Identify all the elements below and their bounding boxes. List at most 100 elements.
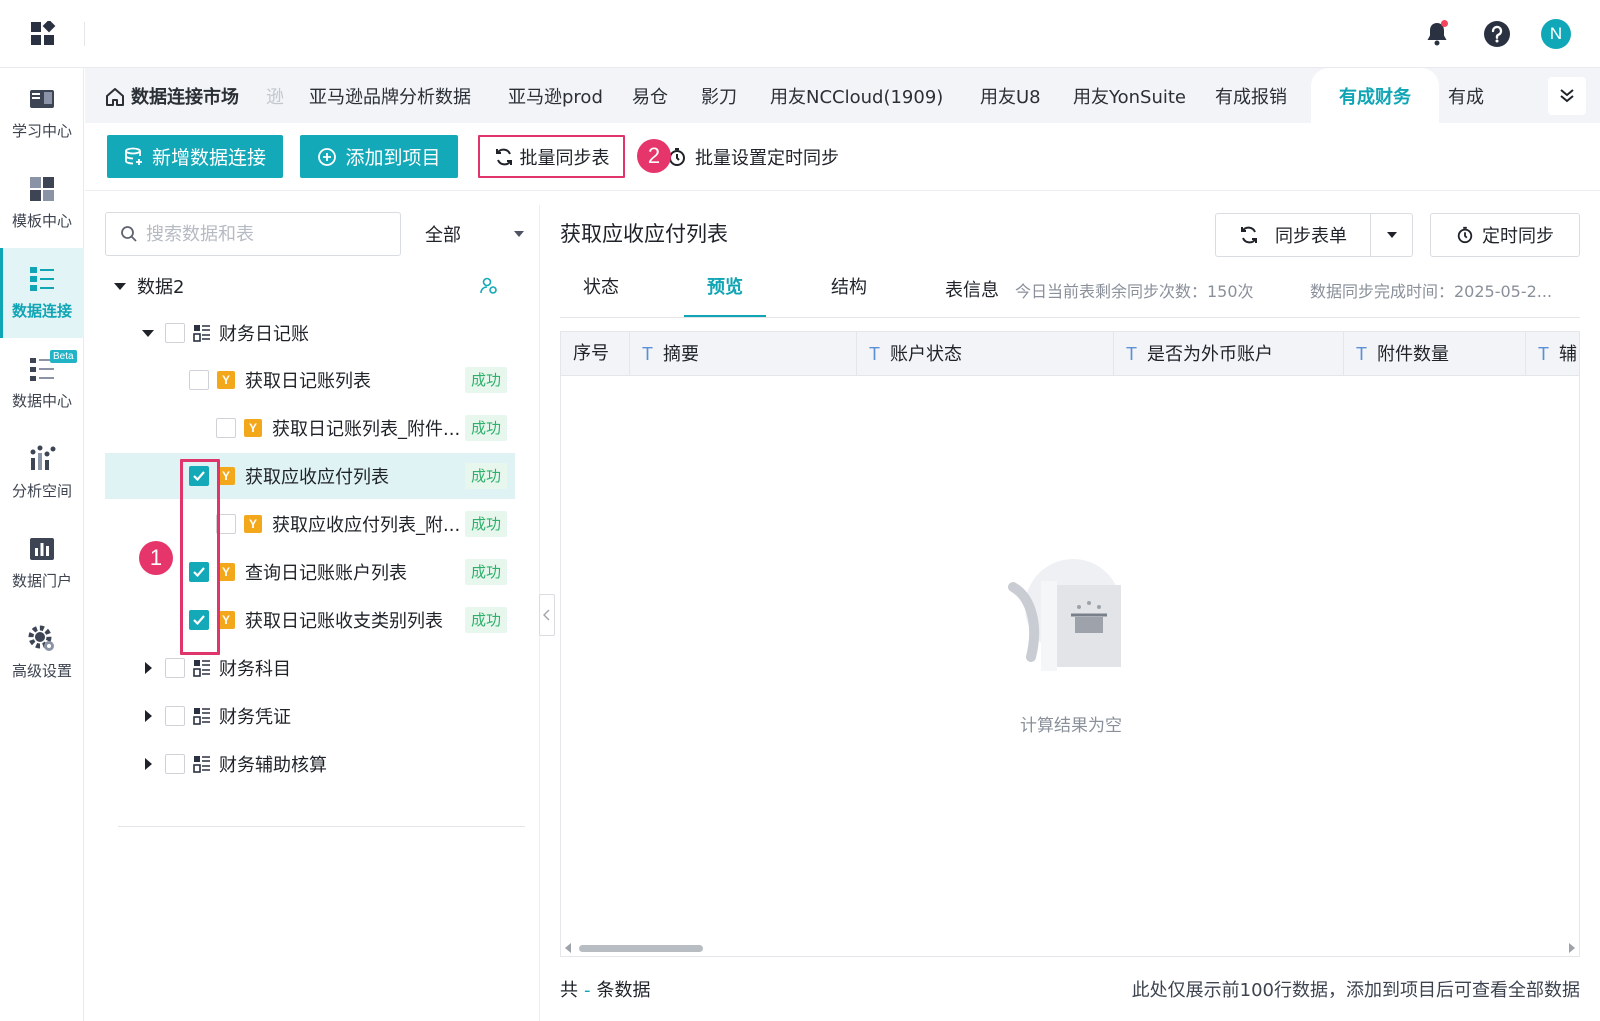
caret-right-icon[interactable]	[141, 757, 155, 771]
tree-folder[interactable]: 财务辅助核算	[105, 741, 515, 787]
tab-table-info[interactable]: 表信息	[945, 276, 999, 302]
tree-table-node[interactable]: Y 获取应收应付列表_附... 成功	[105, 501, 515, 547]
column-header[interactable]: T辅	[1526, 332, 1579, 376]
checkbox[interactable]	[165, 658, 185, 678]
schedule-sync-button[interactable]: 定时同步	[1430, 213, 1580, 257]
filter-value: 全部	[425, 225, 461, 246]
tab-home[interactable]: 数据连接市场	[105, 68, 239, 123]
column-header[interactable]: T 摘要	[630, 332, 857, 376]
search-input[interactable]	[146, 223, 386, 245]
sync-icon	[495, 148, 512, 165]
collapse-panel-button[interactable]	[539, 594, 555, 636]
bell-icon[interactable]	[1421, 18, 1453, 50]
help-icon[interactable]	[1481, 18, 1513, 50]
tab-status[interactable]: 状态	[570, 270, 632, 318]
data-connection-icon	[30, 267, 54, 291]
filter-select[interactable]: 全部	[415, 212, 525, 256]
column-header-index[interactable]: 序号	[561, 332, 630, 376]
tab-item[interactable]: 用友YonSuite	[1073, 68, 1186, 123]
beta-badge: Beta	[50, 350, 77, 363]
column-header-label: 辅	[1559, 344, 1577, 365]
tab-item[interactable]: 亚马逊品牌分析数据	[309, 68, 471, 123]
tab-item[interactable]: 影刀	[701, 68, 737, 123]
caret-right-icon[interactable]	[141, 661, 155, 675]
tree-table-node[interactable]: Y 获取日记账收支类别列表 成功	[105, 597, 515, 643]
tabs-more-button[interactable]	[1548, 77, 1586, 115]
caret-down-icon[interactable]	[141, 326, 155, 340]
table-group-icon	[193, 325, 210, 342]
checkbox[interactable]	[216, 418, 236, 438]
app-grid-icon[interactable]	[30, 21, 56, 47]
tree-folder[interactable]: 财务科目	[105, 645, 515, 691]
new-connection-button[interactable]: 新增数据连接	[107, 135, 283, 178]
annotation-marker-1: 1	[139, 541, 173, 575]
top-bar: N	[0, 0, 1600, 68]
checkbox-highlight-box	[180, 459, 220, 655]
tab-item[interactable]: 用友NCCloud(1909)	[770, 68, 943, 123]
caret-right-icon[interactable]	[141, 709, 155, 723]
tab-item[interactable]: 逊	[266, 68, 284, 123]
tree-node-label: 查询日记账账户列表	[245, 563, 407, 584]
column-header[interactable]: T 是否为外币账户	[1114, 332, 1344, 376]
tab-item[interactable]: 有成报销	[1215, 68, 1287, 123]
tab-active[interactable]: 有成财务	[1311, 68, 1439, 123]
tree-table-node[interactable]: Y 获取日记账列表 成功	[105, 357, 515, 403]
tab-item[interactable]: 亚马逊prod	[508, 68, 603, 123]
text-type-icon: T	[1356, 344, 1367, 364]
checkbox[interactable]	[165, 323, 185, 343]
tree-node-label: 财务日记账	[219, 324, 309, 345]
batch-schedule-button[interactable]: 批量设置定时同步	[667, 135, 839, 178]
status-badge: 成功	[464, 511, 507, 537]
nav-item-data-portal[interactable]: 数据门户	[0, 518, 84, 608]
tree-root[interactable]: 数据2	[105, 263, 515, 309]
avatar[interactable]: N	[1541, 19, 1571, 49]
row-count-value: -	[584, 980, 591, 1001]
nav-item-study-center[interactable]: 学习中心	[0, 68, 84, 158]
scrollbar-thumb[interactable]	[579, 945, 703, 952]
row-count-prefix: 共	[560, 980, 578, 1001]
connection-tabs-bar: 数据连接市场 逊 亚马逊品牌分析数据 亚马逊prod 易仓 影刀 用友NCClo…	[85, 68, 1600, 123]
tab-item[interactable]: 有成	[1448, 68, 1484, 123]
tree-folder[interactable]: 财务日记账	[105, 310, 515, 356]
tree-table-node[interactable]: Y 获取日记账列表_附件... 成功	[105, 405, 515, 451]
nav-item-template-center[interactable]: 模板中心	[0, 158, 84, 248]
tree-node-label: 获取日记账列表	[245, 371, 371, 392]
sync-dropdown-toggle[interactable]	[1371, 214, 1412, 256]
column-header-label: 账户状态	[890, 344, 962, 365]
remaining-sync-count: 今日当前表剩余同步次数：150次	[1015, 282, 1254, 301]
sync-button-group: 同步表单	[1215, 213, 1413, 257]
tree-node-label: 获取应收应付列表_附...	[272, 515, 461, 536]
nav-label: 学习中心	[11, 122, 72, 140]
scroll-right-arrow-icon[interactable]	[1569, 943, 1575, 953]
user-settings-icon[interactable]	[479, 276, 499, 296]
nav-item-data-center[interactable]: Beta 数据中心	[0, 338, 84, 428]
batch-sync-button[interactable]: 批量同步表	[478, 135, 625, 178]
tree-table-node-selected[interactable]: Y 获取应收应付列表 成功	[105, 453, 515, 499]
nav-item-data-connection[interactable]: 数据连接	[0, 248, 84, 338]
column-header[interactable]: T 附件数量	[1344, 332, 1526, 376]
scroll-left-arrow-icon[interactable]	[565, 943, 571, 953]
tab-structure[interactable]: 结构	[818, 270, 880, 318]
horizontal-scrollbar[interactable]	[561, 940, 1579, 956]
sync-table-button[interactable]: 同步表单	[1216, 214, 1371, 256]
row-count-suffix: 条数据	[596, 980, 651, 1001]
checkbox[interactable]	[165, 706, 185, 726]
top-divider	[84, 22, 85, 46]
tree-root-label: 数据2	[137, 277, 185, 298]
checkbox[interactable]	[189, 370, 209, 390]
tab-home-label: 数据连接市场	[131, 86, 239, 108]
nav-item-analysis-space[interactable]: 分析空间	[0, 428, 84, 518]
caret-down-icon[interactable]	[113, 279, 127, 293]
tab-item[interactable]: 易仓	[632, 68, 668, 123]
tree-folder[interactable]: 财务凭证	[105, 693, 515, 739]
tab-preview[interactable]: 预览	[684, 270, 766, 318]
add-to-project-button[interactable]: 添加到项目	[300, 135, 458, 178]
tab-item[interactable]: 用友U8	[980, 68, 1041, 123]
checkbox[interactable]	[165, 754, 185, 774]
column-header[interactable]: T 账户状态	[857, 332, 1114, 376]
notification-dot	[1441, 20, 1448, 27]
row-count: 共 - 条数据	[560, 976, 651, 1002]
status-badge: 成功	[464, 415, 507, 441]
nav-item-advanced-settings[interactable]: 高级设置	[0, 608, 84, 698]
table-group-icon	[193, 660, 210, 677]
